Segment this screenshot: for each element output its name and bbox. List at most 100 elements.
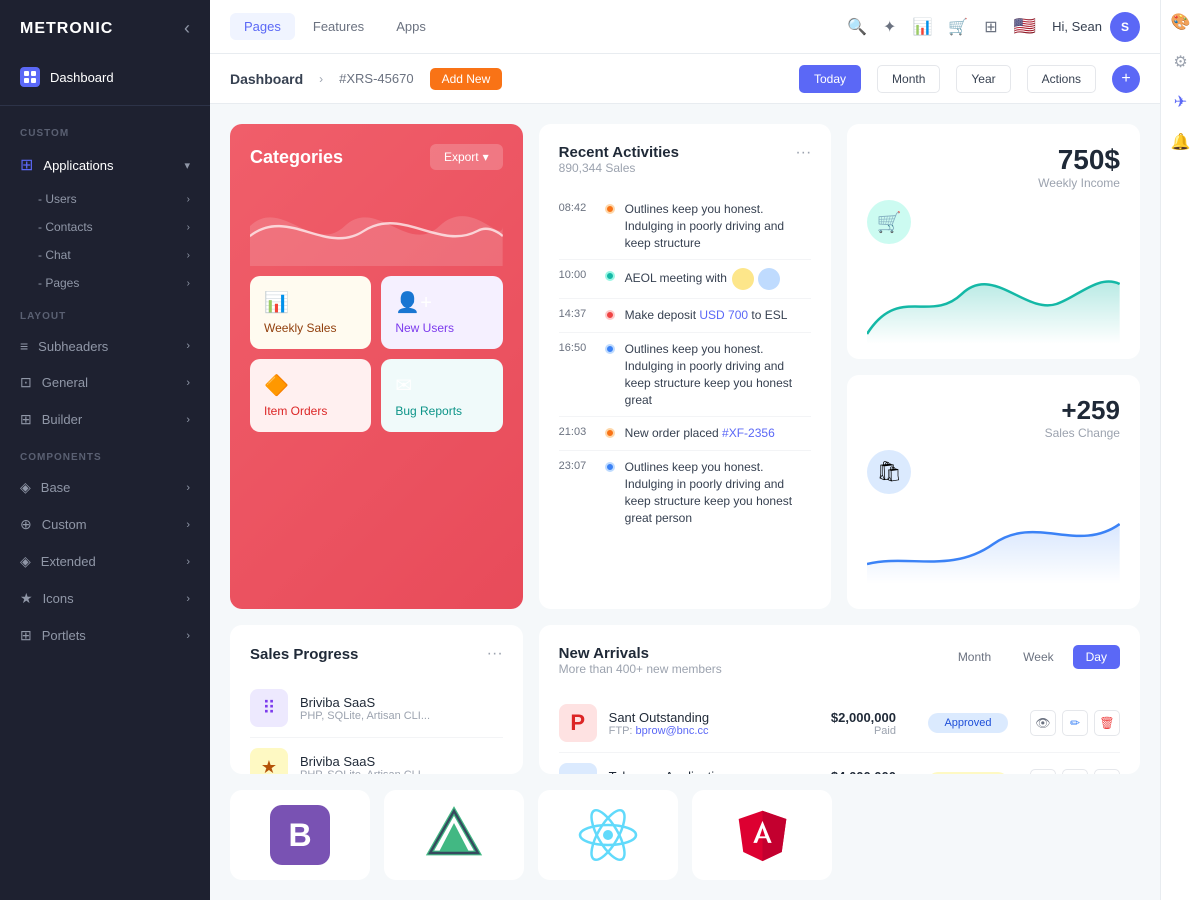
activity-item-4: 16:50 Outlines keep you honest. Indulgin… bbox=[559, 333, 812, 417]
sc-chart bbox=[867, 504, 1120, 584]
vue-icon bbox=[424, 805, 484, 865]
angular-icon bbox=[735, 808, 790, 863]
sp-desc-2: PHP, SQLite, Artisan CLI... bbox=[300, 769, 503, 775]
sidebar-item-subheaders[interactable]: ≡Subheaders › bbox=[0, 328, 210, 364]
contacts-arrow: › bbox=[187, 222, 190, 233]
sidebar-logo: METRONIC ‹ bbox=[0, 0, 210, 57]
na-tab-day[interactable]: Day bbox=[1073, 645, 1120, 669]
sales-progress-card: Sales Progress ··· ⠿ Briviba SaaS PHP, S… bbox=[230, 625, 523, 774]
sidebar-item-icons[interactable]: ★Icons › bbox=[0, 580, 210, 617]
na-edit-btn-2[interactable]: ✏ bbox=[1062, 769, 1088, 774]
categories-card: Categories Export ▾ 📊 Weekly Sales � bbox=[230, 124, 523, 609]
activities-header: Recent Activities 890,344 Sales ··· bbox=[559, 144, 812, 187]
na-tab-month[interactable]: Month bbox=[945, 645, 1004, 669]
topnav-tab-pages[interactable]: Pages bbox=[230, 13, 295, 40]
sc-icon: 🛍 bbox=[867, 450, 911, 494]
topnav-tab-features[interactable]: Features bbox=[299, 13, 378, 40]
subheader: Dashboard › #XRS-45670 Add New Today Mon… bbox=[210, 54, 1160, 104]
na-delete-btn-1[interactable]: 🗑 bbox=[1094, 710, 1120, 736]
sp-avatar-1: ⠿ bbox=[250, 689, 288, 727]
subheader-plus-button[interactable]: + bbox=[1112, 65, 1140, 93]
sidebar-sub-pages[interactable]: - Pages › bbox=[0, 269, 210, 297]
sidebar-collapse-button[interactable]: ‹ bbox=[184, 18, 190, 39]
tech-logo-vue bbox=[384, 790, 524, 880]
share-icon[interactable]: ✦ bbox=[883, 17, 896, 37]
applications-left: ⊞ Applications bbox=[20, 155, 114, 175]
activities-menu-dots[interactable]: ··· bbox=[795, 144, 811, 162]
user-plus-icon: 👤+ bbox=[395, 290, 432, 315]
cat-item-weekly-sales[interactable]: 📊 Weekly Sales bbox=[250, 276, 371, 349]
na-info-2: Telegram Application FTP: bprow@bnc.cc bbox=[609, 769, 819, 775]
sidebar-item-builder[interactable]: ⊞Builder › bbox=[0, 401, 210, 438]
export-button[interactable]: Export ▾ bbox=[430, 144, 503, 170]
activity-dot-4 bbox=[605, 344, 615, 354]
bootstrap-icon: B bbox=[270, 805, 330, 865]
chart-icon[interactable]: 📊 bbox=[912, 17, 932, 37]
na-edit-btn-1[interactable]: ✏ bbox=[1062, 710, 1088, 736]
na-view-btn-1[interactable]: 👁 bbox=[1030, 710, 1056, 736]
na-title: New Arrivals bbox=[559, 645, 722, 662]
income-icon: 🛒 bbox=[867, 200, 911, 244]
na-tabs: Month Week Day bbox=[945, 645, 1120, 669]
cat-item-new-users[interactable]: 👤+ New Users bbox=[381, 276, 502, 349]
na-delete-btn-2[interactable]: 🗑 bbox=[1094, 769, 1120, 774]
sp-menu-dots[interactable]: ··· bbox=[487, 645, 503, 663]
activities-subtitle: 890,344 Sales bbox=[559, 161, 679, 175]
users-arrow: › bbox=[187, 194, 190, 205]
sp-name-2: Briviba SaaS bbox=[300, 754, 503, 769]
rs-settings-icon[interactable]: ⚙ bbox=[1173, 52, 1187, 72]
sidebar-item-general[interactable]: ⊡General › bbox=[0, 364, 210, 401]
activity-dot-2 bbox=[605, 271, 615, 281]
sidebar-item-extended[interactable]: ◈Extended › bbox=[0, 543, 210, 580]
portlets-label: Portlets bbox=[42, 628, 86, 643]
sub-pages-label: - Pages bbox=[38, 276, 79, 290]
search-icon[interactable]: 🔍 bbox=[847, 17, 867, 37]
activities-card: Recent Activities 890,344 Sales ··· 08:4… bbox=[539, 124, 832, 609]
sidebar-item-portlets[interactable]: ⊞Portlets › bbox=[0, 617, 210, 654]
sub-chat-label: - Chat bbox=[38, 248, 71, 262]
tech-logo-react bbox=[538, 790, 678, 880]
cat-item-bug-reports[interactable]: ✉ Bug Reports bbox=[381, 359, 502, 432]
add-new-button[interactable]: Add New bbox=[430, 68, 503, 90]
today-button[interactable]: Today bbox=[799, 65, 861, 93]
na-header: New Arrivals More than 400+ new members … bbox=[559, 645, 1120, 690]
weekly-income-card: 750$ Weekly Income 🛒 bbox=[847, 124, 1140, 359]
na-badge-1: Approved bbox=[928, 713, 1008, 733]
income-chart bbox=[867, 254, 1120, 344]
actions-button[interactable]: Actions bbox=[1027, 65, 1096, 93]
sidebar-sub-contacts[interactable]: - Contacts › bbox=[0, 213, 210, 241]
income-amount: 750$ bbox=[867, 144, 1120, 176]
sidebar-sub-users[interactable]: - Users › bbox=[0, 185, 210, 213]
year-button[interactable]: Year bbox=[956, 65, 1010, 93]
rs-bell-icon[interactable]: 🔔 bbox=[1171, 132, 1191, 152]
grid-icon[interactable]: ⊞ bbox=[984, 17, 997, 37]
na-view-btn-2[interactable]: 👁 bbox=[1030, 769, 1056, 774]
sidebar-item-custom[interactable]: ⊕Custom › bbox=[0, 506, 210, 543]
sidebar-item-base[interactable]: ◈Base › bbox=[0, 469, 210, 506]
sidebar-section-layout: LAYOUT bbox=[0, 297, 210, 328]
na-row-1: P Sant Outstanding FTP: bprow@bnc.cc $2,… bbox=[559, 694, 1120, 753]
month-button[interactable]: Month bbox=[877, 65, 940, 93]
chevron-down-icon: ▾ bbox=[483, 150, 489, 164]
topnav-user[interactable]: Hi, Sean S bbox=[1052, 12, 1140, 42]
breadcrumb-separator: › bbox=[319, 72, 323, 86]
na-badge-2: In Progress bbox=[928, 772, 1008, 774]
topnav-tab-apps[interactable]: Apps bbox=[382, 13, 440, 40]
bug-icon: ✉ bbox=[395, 373, 412, 398]
na-tab-week[interactable]: Week bbox=[1010, 645, 1066, 669]
sidebar-sub-chat[interactable]: - Chat › bbox=[0, 241, 210, 269]
activity-item-5: 21:03 New order placed #XF-2356 bbox=[559, 417, 812, 451]
activity-item-1: 08:42 Outlines keep you honest. Indulgin… bbox=[559, 193, 812, 260]
sales-change-card: +259 Sales Change 🛍 bbox=[847, 375, 1140, 610]
rs-send-icon[interactable]: ✈ bbox=[1174, 92, 1187, 112]
sc-amount-group: +259 Sales Change bbox=[867, 395, 1120, 440]
bar-chart-icon: 📊 bbox=[264, 290, 289, 315]
sidebar-item-applications[interactable]: ⊞ Applications ▾ bbox=[0, 145, 210, 185]
sidebar-item-dashboard[interactable]: Dashboard bbox=[0, 57, 210, 97]
rs-palette-icon[interactable]: 🎨 bbox=[1171, 12, 1191, 32]
activity-dot-3 bbox=[605, 310, 615, 320]
cart-icon[interactable]: 🛒 bbox=[948, 17, 968, 37]
dashboard-icon bbox=[20, 67, 40, 87]
cat-item-item-orders[interactable]: 🔶 Item Orders bbox=[250, 359, 371, 432]
sp-info-1: Briviba SaaS PHP, SQLite, Artisan CLI... bbox=[300, 695, 503, 722]
